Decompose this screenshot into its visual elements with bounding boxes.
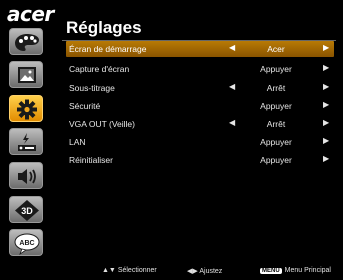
- image-icon: [18, 67, 36, 83]
- setting-value: Acer: [267, 44, 285, 54]
- sidebar-item-language[interactable]: ABC: [9, 229, 43, 256]
- adjust-hint: ◀▶ Ajustez: [187, 267, 222, 275]
- select-hint-label: Sélectionner: [117, 267, 157, 274]
- setting-label: VGA OUT (Veille): [69, 119, 135, 129]
- setting-label: Sécurité: [69, 101, 101, 111]
- arrow-right-icon[interactable]: ▶: [323, 100, 329, 109]
- gear-icon: [17, 99, 37, 120]
- setting-value: Appuyer: [260, 137, 292, 147]
- 3d-icon: 3D: [15, 200, 39, 221]
- adjust-hint-label: Ajustez: [199, 268, 223, 275]
- setting-value: Arrêt: [266, 83, 286, 93]
- arrow-left-icon[interactable]: ◀: [229, 118, 235, 127]
- sidebar-item-settings[interactable]: [9, 95, 43, 122]
- palette-icon: [15, 34, 39, 51]
- sidebar: 3D ABC: [0, 22, 55, 266]
- select-hint: ▲▼ Sélectionner: [102, 267, 157, 274]
- osd-menu: acer 3D ABC Réglages Écran de démarrage …: [0, 0, 343, 280]
- language-icon-label: ABC: [19, 240, 34, 247]
- footer-hints: ▲▼ Sélectionner ◀▶ Ajustez MENU Menu Prin…: [0, 265, 343, 279]
- page-title: Réglages: [66, 18, 142, 37]
- setting-value: Arrêt: [266, 119, 286, 129]
- setting-label: Réinitialiser: [69, 155, 113, 165]
- menu-key-icon: MENU: [260, 268, 282, 274]
- setting-value: Appuyer: [260, 101, 292, 111]
- arrow-right-icon[interactable]: ▶: [323, 82, 329, 91]
- setting-row-screen-capture[interactable]: Capture d'écran Appuyer ▶: [66, 61, 334, 77]
- arrow-left-icon[interactable]: ◀: [229, 43, 235, 52]
- menu-hint: MENU Menu Principal: [260, 267, 331, 274]
- setting-label: Capture d'écran: [69, 64, 130, 74]
- setting-row-vga-out-standby[interactable]: VGA OUT (Veille) ◀ Arrêt ▶: [66, 116, 334, 132]
- arrow-right-icon[interactable]: ▶: [323, 43, 329, 52]
- menu-hint-label: Menu Principal: [284, 267, 331, 274]
- left-right-arrows-icon: ◀▶: [187, 268, 198, 275]
- setting-label: Sous-titrage: [69, 83, 115, 93]
- arrow-left-icon[interactable]: ◀: [229, 82, 235, 91]
- sidebar-item-management[interactable]: [9, 128, 43, 155]
- speaker-icon: [18, 169, 36, 184]
- setting-value: Appuyer: [260, 64, 292, 74]
- language-icon: ABC: [14, 233, 40, 256]
- setting-label: Écran de démarrage: [69, 44, 147, 54]
- sidebar-item-image[interactable]: [9, 61, 43, 88]
- setting-row-splash-screen[interactable]: Écran de démarrage ◀ Acer ▶: [66, 41, 334, 57]
- setting-row-security[interactable]: Sécurité Appuyer ▶: [66, 98, 334, 114]
- arrow-right-icon[interactable]: ▶: [323, 136, 329, 145]
- setting-row-reset[interactable]: Réinitialiser Appuyer ▶: [66, 152, 334, 168]
- setting-label: LAN: [69, 137, 86, 147]
- power-management-icon: [18, 133, 36, 151]
- sidebar-item-3d[interactable]: 3D: [9, 196, 43, 223]
- sidebar-item-audio[interactable]: [9, 162, 43, 189]
- setting-row-closed-caption[interactable]: Sous-titrage ◀ Arrêt ▶: [66, 80, 334, 96]
- setting-row-lan[interactable]: LAN Appuyer ▶: [66, 134, 334, 150]
- 3d-icon-label: 3D: [21, 206, 33, 216]
- arrow-right-icon[interactable]: ▶: [323, 154, 329, 163]
- setting-value: Appuyer: [260, 155, 292, 165]
- arrow-right-icon[interactable]: ▶: [323, 118, 329, 127]
- arrow-right-icon[interactable]: ▶: [323, 63, 329, 72]
- sidebar-item-color[interactable]: [9, 28, 43, 55]
- up-down-arrows-icon: ▲▼: [102, 267, 116, 274]
